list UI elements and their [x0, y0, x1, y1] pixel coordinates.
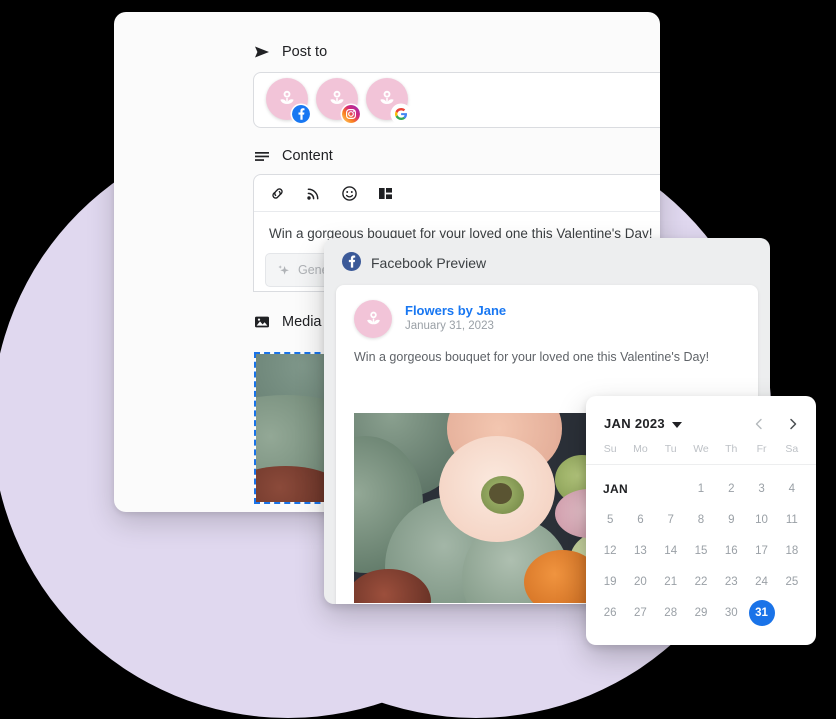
calendar-day-19[interactable]: 19 [595, 566, 625, 597]
calendar-day-4[interactable]: 4 [777, 473, 807, 504]
facebook-icon [342, 252, 361, 274]
calendar-day-10[interactable]: 10 [746, 504, 776, 535]
weekday-su: Su [603, 443, 617, 455]
calendar-day-15[interactable]: 15 [686, 535, 716, 566]
facebook-preview-label: Facebook Preview [371, 255, 487, 271]
caret-down-icon [671, 421, 682, 428]
chevron-right-icon[interactable] [786, 417, 800, 431]
sparkle-icon [278, 264, 289, 275]
calendar-day-16[interactable]: 16 [716, 535, 746, 566]
app-screenshot: Post to Content Win a gorgeous bouquet f… [0, 0, 836, 719]
calendar-day-29[interactable]: 29 [686, 597, 716, 628]
calendar-day-23[interactable]: 23 [716, 566, 746, 597]
account-chip-facebook[interactable] [266, 78, 316, 123]
calendar-day-30[interactable]: 30 [716, 597, 746, 628]
calendar-day-5[interactable]: 5 [595, 504, 625, 535]
calendar-header: JAN 2023 [586, 396, 816, 431]
selected-accounts [254, 78, 416, 123]
image-icon [253, 313, 271, 331]
calendar-month-selector[interactable]: JAN 2023 [604, 416, 682, 431]
calendar-day-18[interactable]: 18 [777, 535, 807, 566]
post-to-label: Post to [282, 44, 328, 60]
calendar-day-21[interactable]: 21 [656, 566, 686, 597]
chevron-left-icon[interactable] [752, 417, 766, 431]
calendar-weekday-row: Su Mo Tu We Th Fr Sa [586, 431, 816, 465]
media-header: Media [253, 313, 322, 331]
post-text: Win a gorgeous bouquet for your loved on… [354, 350, 710, 364]
calendar-nav [752, 417, 800, 431]
calendar-day-7[interactable]: 7 [656, 504, 686, 535]
calendar-day-28[interactable]: 28 [656, 597, 686, 628]
content-label: Content [282, 148, 333, 164]
calendar-day-14[interactable]: 14 [656, 535, 686, 566]
calendar-day-17[interactable]: 17 [746, 535, 776, 566]
account-chip-instagram[interactable] [316, 78, 366, 123]
facebook-preview-header: Facebook Preview [324, 238, 770, 287]
rss-icon[interactable] [304, 184, 323, 203]
calendar-day-1[interactable]: 1 [686, 473, 716, 504]
weekday-fr: Fr [756, 443, 767, 455]
calendar-day-3[interactable]: 3 [746, 473, 776, 504]
calendar-day-22[interactable]: 22 [686, 566, 716, 597]
instagram-icon [342, 105, 360, 123]
calendar-month-label: JAN [603, 481, 628, 496]
post-author-meta: Flowers by Jane January 31, 2023 [405, 303, 506, 335]
calendar-day-20[interactable]: 20 [625, 566, 655, 597]
calendar-day-13[interactable]: 13 [625, 535, 655, 566]
calendar-day-11[interactable]: 11 [777, 504, 807, 535]
facebook-icon [292, 105, 310, 123]
weekday-sa: Sa [785, 443, 799, 455]
calendar-day-12[interactable]: 12 [595, 535, 625, 566]
post-author-row: Flowers by Jane January 31, 2023 [336, 285, 758, 338]
layout-icon[interactable] [376, 184, 395, 203]
calendar-day-2[interactable]: 2 [716, 473, 746, 504]
calendar-day-9[interactable]: 9 [716, 504, 746, 535]
editor-toolbar [254, 175, 660, 212]
calendar-day-31[interactable]: 31 [746, 597, 776, 628]
google-icon [392, 105, 410, 123]
content-header: Content [253, 147, 333, 165]
weekday-we: We [693, 443, 709, 455]
link-icon[interactable] [268, 184, 287, 203]
calendar-day-26[interactable]: 26 [595, 597, 625, 628]
avatar [354, 300, 392, 338]
calendar-day-grid: JAN 1 2 3 4 5 6 7 8 9 10 11 12 13 14 15 16 17 18 19 20 21 22 23… [586, 465, 816, 628]
accounts-select[interactable] [253, 72, 660, 128]
send-icon [253, 43, 271, 61]
calendar-day-25[interactable]: 25 [777, 566, 807, 597]
weekday-mo: Mo [633, 443, 648, 455]
date-picker-calendar: JAN 2023 Su Mo Tu We Th Fr Sa JAN 1 2 3 4 5 6 7 8 9 10 11… [586, 396, 816, 645]
media-label: Media [282, 314, 322, 330]
calendar-day-24[interactable]: 24 [746, 566, 776, 597]
weekday-th: Th [725, 443, 738, 455]
calendar-day-empty [777, 597, 807, 628]
post-to-header: Post to [253, 43, 327, 61]
text-lines-icon [253, 147, 271, 165]
post-date: January 31, 2023 [405, 320, 494, 333]
calendar-day-8[interactable]: 8 [686, 504, 716, 535]
weekday-tu: Tu [664, 443, 677, 455]
account-chip-google[interactable] [366, 78, 416, 123]
emoji-icon[interactable] [340, 184, 359, 203]
calendar-day-6[interactable]: 6 [625, 504, 655, 535]
post-author-name[interactable]: Flowers by Jane [405, 303, 506, 319]
calendar-day-27[interactable]: 27 [625, 597, 655, 628]
